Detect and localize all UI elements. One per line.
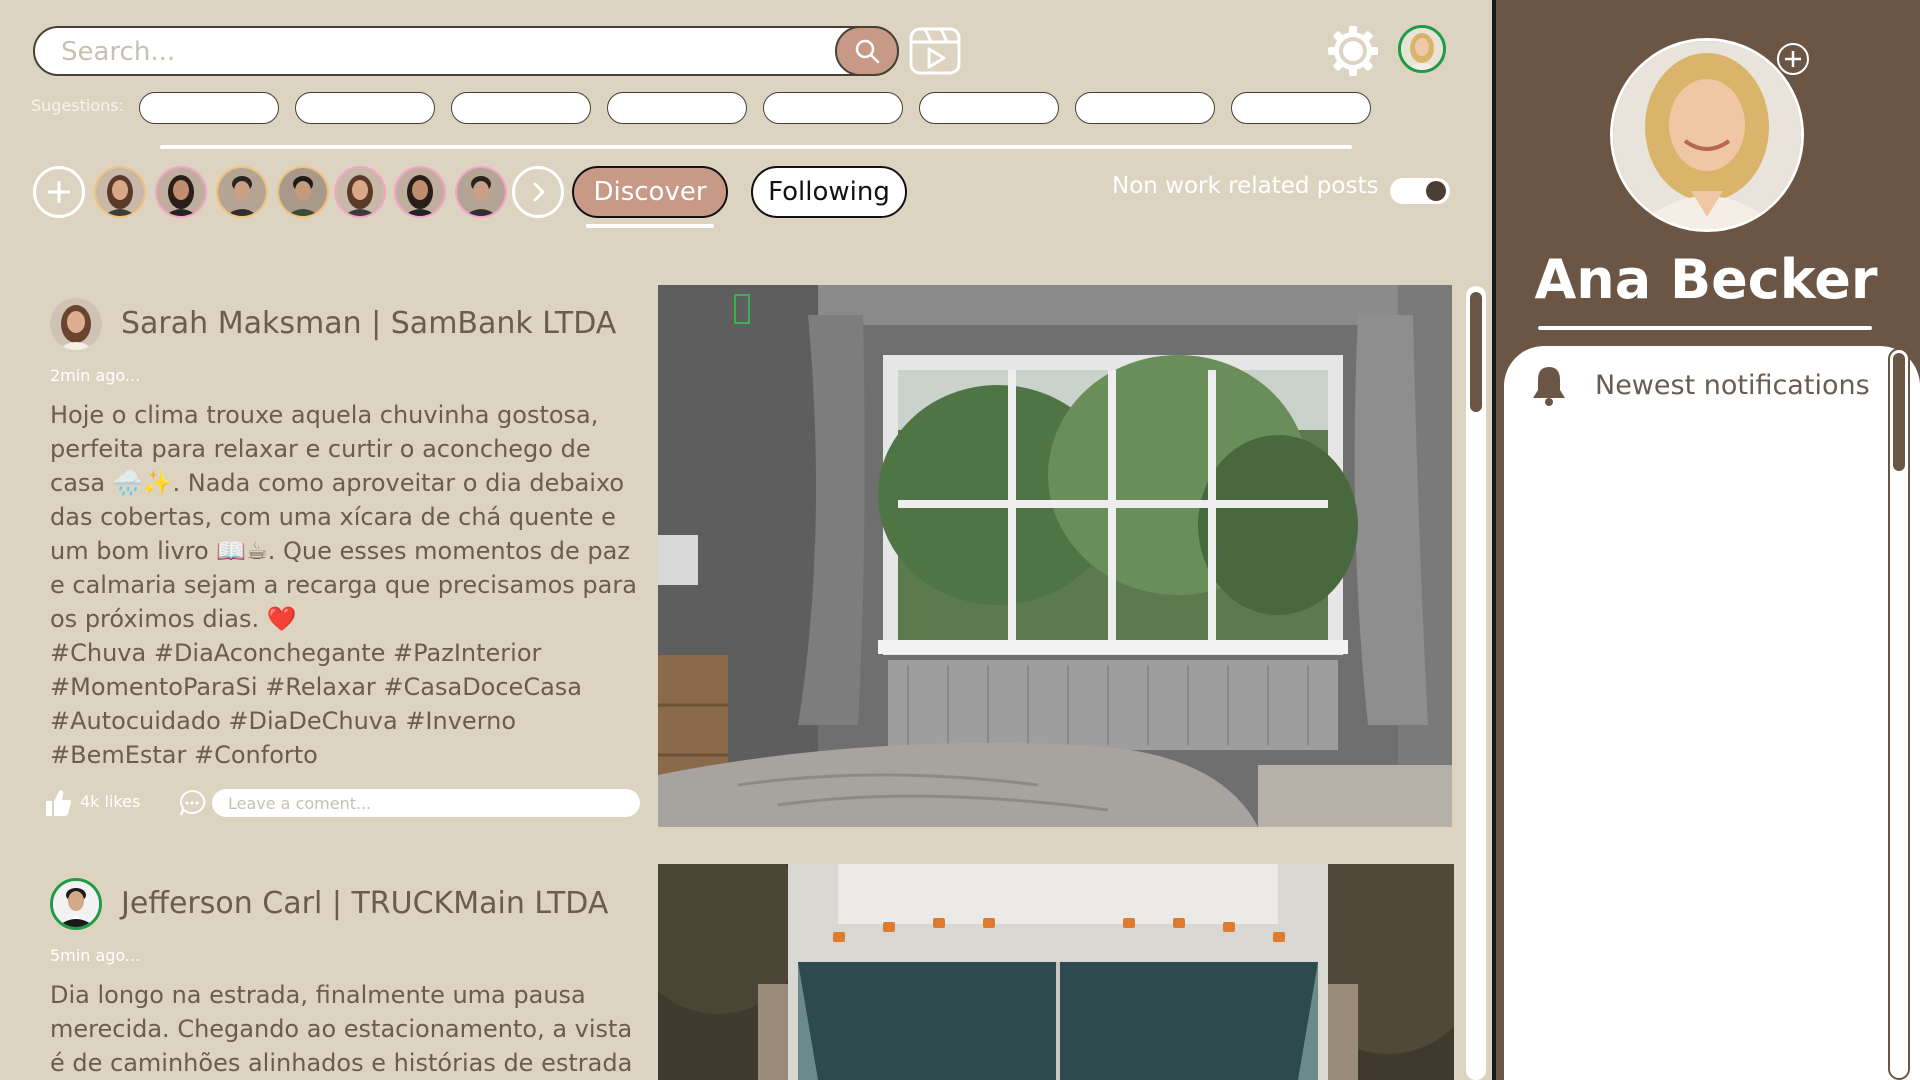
- chevron-right-icon: [533, 182, 545, 202]
- notifications-scrollbar[interactable]: [1888, 348, 1910, 1080]
- add-story-button[interactable]: [33, 166, 85, 218]
- toggle-knob: [1426, 181, 1446, 201]
- search-icon: [855, 39, 880, 64]
- stories-next-button[interactable]: [512, 166, 564, 218]
- suggestion-pill[interactable]: [139, 92, 279, 124]
- tab-following[interactable]: Following: [751, 166, 907, 218]
- story-avatar[interactable]: [457, 168, 505, 216]
- profile-name: Ana Becker: [1534, 248, 1878, 311]
- story-avatar[interactable]: [279, 168, 327, 216]
- post-text: Dia longo na estrada, finalmente uma pau…: [50, 981, 633, 1077]
- plus-icon[interactable]: [1776, 42, 1810, 76]
- story-avatar[interactable]: [218, 168, 266, 216]
- story-avatar[interactable]: [336, 168, 384, 216]
- user-avatar[interactable]: [1398, 25, 1446, 73]
- profile-panel: Ana Becker Newest notifications: [1496, 0, 1920, 1080]
- post-author-avatar[interactable]: [50, 298, 102, 350]
- video-play-icon[interactable]: [908, 26, 962, 76]
- post-timestamp: 2min ago...: [50, 366, 141, 385]
- post-image[interactable]: [658, 864, 1454, 1080]
- suggestion-pill[interactable]: [763, 92, 903, 124]
- suggestion-pill[interactable]: [1231, 92, 1371, 124]
- story-avatar[interactable]: [396, 168, 444, 216]
- feed-scrollbar[interactable]: [1466, 286, 1486, 1080]
- comment-input[interactable]: [212, 789, 640, 817]
- suggestions-label: Sugestions:: [31, 96, 125, 115]
- post-image[interactable]: [658, 285, 1452, 827]
- post-author-avatar[interactable]: [50, 878, 102, 930]
- suggestion-pill[interactable]: [295, 92, 435, 124]
- like-icon[interactable]: [44, 788, 72, 818]
- bell-icon: [1533, 367, 1565, 406]
- suggestion-pill[interactable]: [451, 92, 591, 124]
- comment-icon[interactable]: [178, 789, 206, 817]
- post-text: Hoje o clima trouxe aquela chuvinha gost…: [50, 401, 637, 633]
- non-work-posts-label: Non work related posts: [1112, 173, 1379, 199]
- post-author-name[interactable]: Jefferson Carl | TRUCKMain LTDA: [121, 886, 608, 921]
- likes-count: 4k likes: [80, 792, 141, 811]
- notifications-title: Newest notifications: [1595, 370, 1870, 401]
- post-timestamp: 5min ago...: [50, 946, 141, 965]
- divider: [1538, 326, 1872, 330]
- tab-discover[interactable]: Discover: [572, 166, 728, 218]
- active-tab-indicator: [586, 224, 714, 228]
- post-hashtags[interactable]: #Chuva #DiaAconchegante #PazInterior #Mo…: [50, 639, 582, 769]
- feed-scrollbar-thumb[interactable]: [1470, 292, 1482, 412]
- search-button[interactable]: [835, 26, 899, 76]
- post-body: Hoje o clima trouxe aquela chuvinha gost…: [50, 398, 640, 772]
- post-body: Dia longo na estrada, finalmente uma pau…: [50, 978, 640, 1080]
- search-input[interactable]: [61, 34, 821, 70]
- story-avatar[interactable]: [96, 168, 144, 216]
- divider: [160, 145, 1352, 149]
- suggestion-pill[interactable]: [1075, 92, 1215, 124]
- non-work-posts-toggle[interactable]: [1390, 178, 1450, 204]
- search-bar: [33, 26, 899, 76]
- notifications-scrollbar-thumb[interactable]: [1893, 353, 1905, 471]
- story-avatar[interactable]: [157, 168, 205, 216]
- notifications-card: Newest notifications: [1504, 346, 1920, 1080]
- suggestion-pill[interactable]: [607, 92, 747, 124]
- gear-icon[interactable]: [1326, 24, 1380, 78]
- plus-icon: [48, 181, 70, 203]
- post-author-name[interactable]: Sarah Maksman | SamBank LTDA: [121, 306, 616, 341]
- profile-photo[interactable]: [1610, 38, 1804, 232]
- suggestion-pill[interactable]: [919, 92, 1059, 124]
